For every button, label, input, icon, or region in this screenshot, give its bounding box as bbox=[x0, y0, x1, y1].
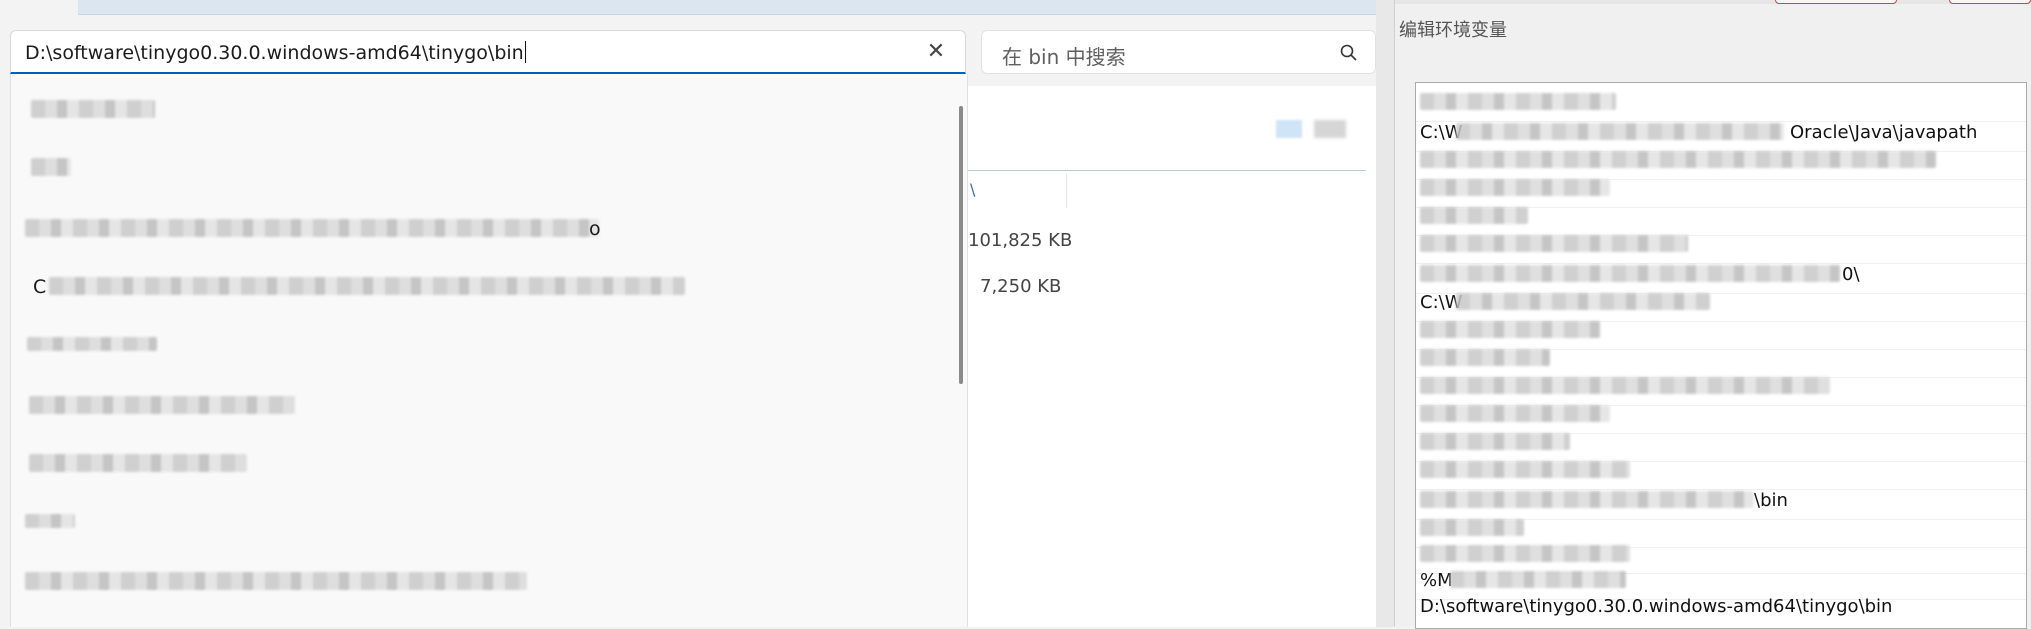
redacted-text bbox=[25, 572, 527, 590]
env-row-suffix: \bin bbox=[1754, 490, 1788, 511]
redacted-text bbox=[1420, 179, 1610, 196]
dialog-top-strip bbox=[1395, 0, 2031, 4]
redacted-text bbox=[25, 514, 75, 528]
redacted-text bbox=[31, 100, 155, 118]
dropdown-scrollbar[interactable] bbox=[959, 106, 963, 384]
redacted-text bbox=[1420, 519, 1524, 536]
suggestion-item[interactable] bbox=[11, 562, 951, 602]
redacted-text bbox=[1420, 349, 1550, 366]
env-row-new-entry[interactable]: D:\software\tinygo0.30.0.windows-amd64\t… bbox=[1416, 587, 2026, 625]
window-top-left bbox=[0, 0, 78, 14]
search-input[interactable]: 在 bin 中搜索 bbox=[1002, 41, 1126, 70]
redacted-text bbox=[29, 396, 295, 414]
file-list-area: \ 101,825 KB 7,250 KB bbox=[966, 86, 1386, 627]
redacted-text bbox=[1420, 235, 1688, 252]
explorer-title-strip bbox=[78, 0, 1378, 15]
redacted-text bbox=[1420, 207, 1528, 224]
suggestion-item[interactable] bbox=[11, 444, 951, 484]
env-row-suffix: 0\ bbox=[1842, 264, 1860, 285]
redacted-text bbox=[1420, 321, 1600, 338]
view-toggle-icons[interactable] bbox=[1276, 118, 1346, 140]
redacted-text bbox=[31, 158, 71, 176]
suggestion-item[interactable]: o bbox=[11, 209, 951, 249]
redacted-text bbox=[1420, 151, 1936, 168]
redacted-text bbox=[1420, 405, 1610, 422]
redacted-text bbox=[1420, 461, 1630, 478]
suggestion-item[interactable] bbox=[11, 90, 951, 130]
address-path-text: D:\software\tinygo0.30.0.windows-amd64\t… bbox=[25, 42, 524, 64]
redacted-text bbox=[1420, 377, 1830, 394]
redacted-text bbox=[25, 219, 599, 237]
search-box[interactable]: 在 bin 中搜索 bbox=[981, 30, 1376, 74]
env-row-text: D:\software\tinygo0.30.0.windows-amd64\t… bbox=[1420, 596, 1893, 617]
redacted-text bbox=[1420, 93, 1616, 110]
dialog-top-button[interactable] bbox=[1775, 0, 1897, 4]
suggestion-item[interactable] bbox=[11, 386, 951, 426]
view-icon-2[interactable] bbox=[1314, 120, 1346, 138]
window-gap bbox=[1376, 0, 1394, 627]
text-caret bbox=[524, 41, 526, 63]
file-size-cell: 101,825 KB bbox=[968, 230, 1073, 251]
redacted-text bbox=[1456, 123, 1784, 140]
address-bar[interactable]: D:\software\tinygo0.30.0.windows-amd64\t… bbox=[10, 30, 966, 74]
suggestion-item[interactable]: C bbox=[11, 267, 951, 307]
env-var-list[interactable]: C:\W Oracle\Java\javapath 0\ C:\W \bin %… bbox=[1415, 82, 2027, 629]
suggestion-item[interactable] bbox=[11, 327, 951, 367]
redacted-text bbox=[1420, 545, 1630, 562]
redacted-text bbox=[29, 454, 247, 472]
redacted-text bbox=[1456, 293, 1710, 310]
view-icon[interactable] bbox=[1276, 120, 1302, 138]
suggestion-suffix: o bbox=[589, 218, 601, 240]
redacted-text bbox=[1450, 571, 1626, 588]
column-divider[interactable] bbox=[1066, 174, 1067, 208]
redacted-text bbox=[1420, 491, 1754, 508]
clear-icon[interactable]: ✕ bbox=[925, 41, 947, 63]
suggestion-item[interactable] bbox=[11, 504, 951, 544]
address-input[interactable]: D:\software\tinygo0.30.0.windows-amd64\t… bbox=[25, 41, 526, 64]
column-header-fragment[interactable]: \ bbox=[970, 180, 975, 199]
redacted-text bbox=[1420, 265, 1840, 282]
suggestion-prefix: C bbox=[33, 276, 47, 298]
env-row-suffix: Oracle\Java\javapath bbox=[1790, 122, 1978, 143]
suggestion-item[interactable] bbox=[11, 148, 951, 188]
dialog-top-button-2[interactable] bbox=[1949, 0, 2031, 4]
edit-env-var-dialog: 编辑环境变量 C:\W Oracle\Java\javapath 0\ C:\W bbox=[1394, 0, 2031, 629]
column-header-line bbox=[966, 170, 1366, 171]
redacted-text bbox=[49, 277, 685, 295]
search-icon[interactable] bbox=[1339, 43, 1359, 63]
redacted-text bbox=[1420, 433, 1570, 450]
dialog-title: 编辑环境变量 bbox=[1399, 20, 1507, 41]
redacted-text bbox=[27, 337, 157, 351]
address-suggestions-dropdown: o C bbox=[10, 74, 968, 627]
file-size-cell: 7,250 KB bbox=[980, 276, 1062, 297]
